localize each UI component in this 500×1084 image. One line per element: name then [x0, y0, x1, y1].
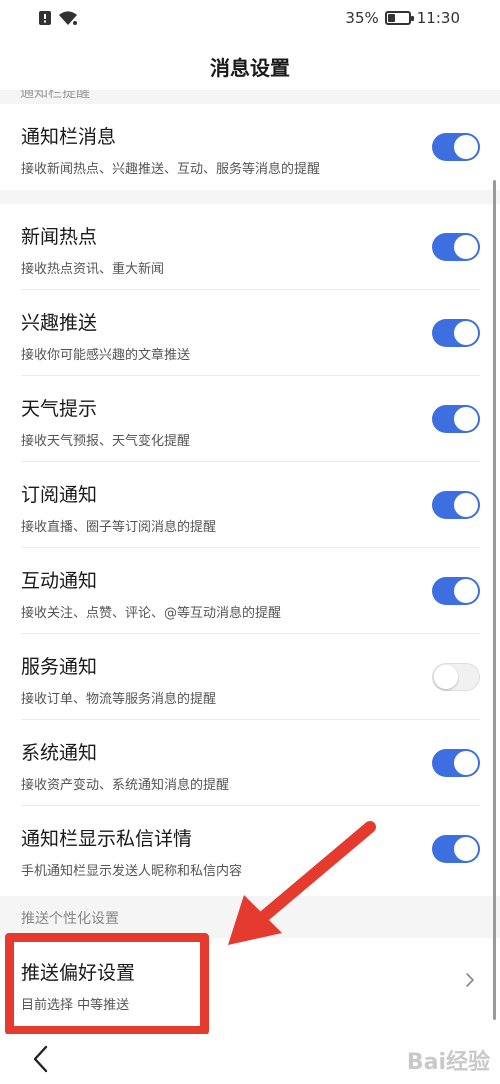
- setting-subtitle: 手机通知栏显示发送人昵称和私信内容: [21, 864, 243, 879]
- setting-subtitle: 接收直播、圈子等订阅消息的提醒: [21, 520, 217, 535]
- section-header-label: 推送个性化设置: [21, 911, 119, 927]
- toggle-knob: [454, 407, 478, 431]
- interaction-toggle[interactable]: [432, 577, 480, 605]
- navigation-bar: 消息设置: [0, 40, 500, 90]
- setting-row-news-hotspot: 新闻热点 接收热点资讯、重大新闻: [0, 204, 500, 290]
- setting-subtitle: 接收资产变动、系统通知消息的提醒: [21, 778, 230, 793]
- toggle-knob: [454, 321, 478, 345]
- battery-icon: [384, 11, 414, 25]
- chevron-right-icon: [462, 970, 478, 990]
- bottom-navigation-bar: Bai经验: [0, 1034, 500, 1084]
- setting-row-subscription: 订阅通知 接收直播、圈子等订阅消息的提醒: [0, 462, 500, 548]
- toggle-knob: [454, 751, 478, 775]
- setting-title: 天气提示: [21, 398, 98, 420]
- subscription-toggle[interactable]: [432, 491, 480, 519]
- setting-subtitle: 接收关注、点赞、评论、@等互动消息的提醒: [21, 606, 282, 621]
- setting-title: 互动通知: [21, 570, 98, 592]
- toggle-knob: [454, 493, 478, 517]
- back-arrow-icon[interactable]: [28, 1042, 56, 1076]
- setting-row-notification-bar: 通知栏消息 接收新闻热点、兴趣推送、互动、服务等消息的提醒: [0, 104, 500, 190]
- section-header-notification-bar: 通知栏提醒: [0, 90, 500, 104]
- status-right: 35% 11:30: [345, 9, 460, 27]
- setting-row-weather: 天气提示 接收天气预报、天气变化提醒: [0, 376, 500, 462]
- setting-subtitle: 目前选择 中等推送: [21, 998, 130, 1013]
- setting-row-service: 服务通知 接收订单、物流等服务消息的提醒: [0, 634, 500, 720]
- setting-subtitle: 接收新闻热点、兴趣推送、互动、服务等消息的提醒: [21, 162, 321, 177]
- weather-toggle[interactable]: [432, 405, 480, 433]
- toggle-knob: [454, 837, 478, 861]
- setting-row-interest-push: 兴趣推送 接收你可能感兴趣的文章推送: [0, 290, 500, 376]
- settings-list[interactable]: 通知栏提醒 通知栏消息 接收新闻热点、兴趣推送、互动、服务等消息的提醒 新闻热点…: [0, 90, 500, 1034]
- setting-subtitle: 接收你可能感兴趣的文章推送: [21, 348, 191, 363]
- news-hotspot-toggle[interactable]: [432, 233, 480, 261]
- setting-row-private-message: 通知栏显示私信详情 手机通知栏显示发送人昵称和私信内容: [0, 806, 500, 896]
- status-bar: 35% 11:30: [0, 0, 500, 40]
- toggle-knob: [454, 135, 478, 159]
- system-toggle[interactable]: [432, 749, 480, 777]
- alert-icon: [38, 10, 52, 30]
- setting-row-system: 系统通知 接收资产变动、系统通知消息的提醒: [0, 720, 500, 806]
- section-header-label: 通知栏提醒: [20, 90, 90, 101]
- battery-percent: 35%: [345, 9, 379, 27]
- toggle-knob: [454, 235, 478, 259]
- setting-subtitle: 接收天气预报、天气变化提醒: [21, 434, 191, 449]
- status-left: [38, 10, 78, 30]
- setting-title: 推送偏好设置: [21, 962, 136, 984]
- setting-title: 订阅通知: [21, 484, 98, 506]
- watermark: Bai经验: [406, 1050, 490, 1075]
- wifi-icon: [58, 10, 78, 30]
- service-toggle[interactable]: [432, 663, 480, 691]
- setting-row-interaction: 互动通知 接收关注、点赞、评论、@等互动消息的提醒: [0, 548, 500, 634]
- interest-push-toggle[interactable]: [432, 319, 480, 347]
- setting-title: 系统通知: [21, 742, 98, 764]
- toggle-knob: [454, 579, 478, 603]
- section-gap: [0, 190, 500, 204]
- setting-subtitle: 接收订单、物流等服务消息的提醒: [21, 692, 217, 707]
- setting-title: 兴趣推送: [21, 312, 98, 334]
- clock: 11:30: [416, 9, 460, 27]
- toggle-knob: [434, 665, 458, 689]
- scrollbar[interactable]: [493, 180, 496, 1020]
- page-title: 消息设置: [210, 56, 290, 80]
- setting-title: 服务通知: [21, 656, 98, 678]
- private-message-toggle[interactable]: [432, 835, 480, 863]
- notification-bar-toggle[interactable]: [432, 133, 480, 161]
- setting-title: 通知栏显示私信详情: [21, 828, 193, 850]
- setting-title: 通知栏消息: [21, 126, 117, 148]
- push-preference-row[interactable]: 推送偏好设置 目前选择 中等推送: [0, 938, 500, 1024]
- setting-title: 新闻热点: [21, 226, 98, 248]
- section-header-push: 推送个性化设置: [0, 896, 500, 938]
- setting-subtitle: 接收热点资讯、重大新闻: [21, 262, 165, 277]
